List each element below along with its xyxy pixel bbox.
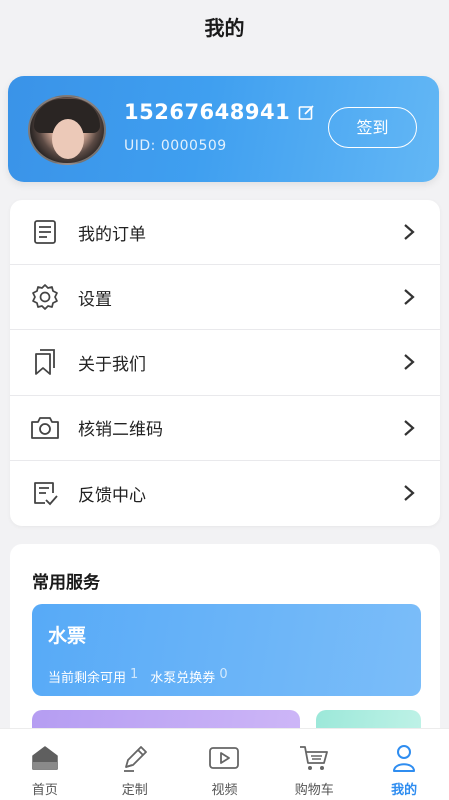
ticket-stats: 当前剩余可用 1 水泵兑换券 0 <box>48 667 236 686</box>
menu-label: 设置 <box>78 289 112 310</box>
avatar[interactable] <box>28 95 106 165</box>
cart-icon <box>298 743 330 773</box>
camera-icon <box>30 413 60 443</box>
menu-label: 我的订单 <box>78 224 146 245</box>
phone-number: 15267648941 <box>124 100 291 124</box>
phone-row: 15267648941 <box>124 100 315 124</box>
menu-label: 核销二维码 <box>78 420 163 441</box>
water-ticket-card[interactable]: 水票 当前剩余可用 1 水泵兑换券 0 <box>32 604 421 696</box>
menu-item-orders[interactable]: 我的订单 <box>10 200 440 266</box>
menu-label: 反馈中心 <box>78 485 146 506</box>
menu-label: 关于我们 <box>78 354 146 375</box>
edit-icon[interactable] <box>298 104 315 121</box>
chevron-right-icon <box>404 354 415 371</box>
menu-item-qrcode[interactable]: 核销二维码 <box>10 396 440 461</box>
gear-icon <box>30 282 60 312</box>
tab-label: 定制 <box>121 783 148 798</box>
pen-icon <box>119 743 151 773</box>
order-list-icon <box>30 217 60 247</box>
profile-card: 15267648941 UID: 0000509 签到 <box>8 76 439 182</box>
remaining-count: 1 <box>130 667 139 682</box>
services-title: 常用服务 <box>32 573 100 593</box>
tab-video[interactable]: 视频 <box>180 729 270 800</box>
uid-text: UID: 0000509 <box>124 138 227 154</box>
coupon-count: 0 <box>219 667 228 682</box>
checkin-button[interactable]: 签到 <box>328 107 417 148</box>
video-icon <box>208 743 240 773</box>
home-icon <box>29 743 61 773</box>
menu-item-about[interactable]: 关于我们 <box>10 330 440 396</box>
chevron-right-icon <box>404 289 415 306</box>
tab-customize[interactable]: 定制 <box>90 729 180 800</box>
tab-label: 首页 <box>31 783 58 798</box>
tab-mine[interactable]: 我的 <box>359 729 449 800</box>
remaining-label: 当前剩余可用 <box>48 671 127 686</box>
bookmark-icon <box>30 347 60 377</box>
chevron-right-icon <box>404 485 415 502</box>
chevron-right-icon <box>404 224 415 240</box>
tab-label: 我的 <box>391 783 418 798</box>
menu-item-feedback[interactable]: 反馈中心 <box>10 461 440 526</box>
ticket-title: 水票 <box>48 625 87 647</box>
menu-card: 我的订单 设置 关于我们 核销二维码 反馈中心 <box>10 200 440 526</box>
menu-item-settings[interactable]: 设置 <box>10 265 440 331</box>
tab-home[interactable]: 首页 <box>0 729 90 800</box>
coupon-label: 水泵兑换券 <box>150 671 216 686</box>
feedback-icon <box>30 478 60 508</box>
services-card: 常用服务 水票 当前剩余可用 1 水泵兑换券 0 <box>10 544 440 750</box>
tab-label: 购物车 <box>294 783 334 798</box>
tab-label: 视频 <box>211 783 238 798</box>
chevron-right-icon <box>404 419 415 436</box>
user-icon <box>388 743 420 773</box>
page-title: 我的 <box>204 16 245 40</box>
avatar-face <box>52 119 84 159</box>
tab-cart[interactable]: 购物车 <box>269 729 359 800</box>
tab-bar: 首页 定制 视频 购物车 我的 <box>0 728 449 800</box>
